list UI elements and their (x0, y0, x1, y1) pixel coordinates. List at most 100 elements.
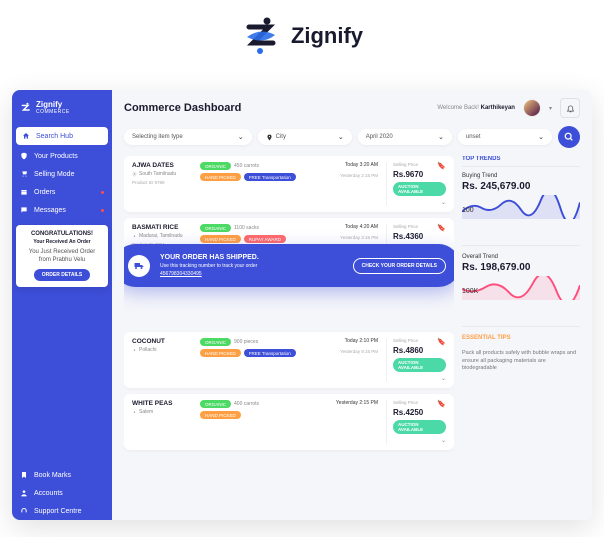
chevron-down-icon[interactable]: ⌄ (441, 199, 446, 206)
header: Commerce Dashboard Welcome Back! Karthik… (112, 90, 592, 126)
bookmark-icon[interactable]: 🔖 (437, 400, 446, 408)
buying-trend: Buying Trend Rs. 245,679.00 100 (462, 173, 580, 237)
home-icon (22, 132, 30, 140)
cart-icon (20, 170, 28, 178)
zignify-mark-icon (241, 15, 283, 57)
chevron-down-icon[interactable]: ⌄ (441, 437, 446, 444)
badge-handpicked: HAND PICKED (200, 173, 241, 181)
order-details-button[interactable]: ORDER DETAILS (34, 269, 90, 281)
bell-icon (566, 104, 575, 113)
zignify-mark-icon (20, 102, 32, 114)
sidebar-item-messages[interactable]: Messages (12, 201, 112, 219)
congrats-card: CONGRATULATIONS! Your Received An Order … (16, 225, 108, 287)
overall-trend-value: Rs. 198,679.00 (462, 262, 580, 273)
product-location: South Tamilnadu (132, 171, 192, 177)
filter-month[interactable]: April 2020⌄ (358, 129, 452, 145)
filter-item-type[interactable]: Selecting item type⌄ (124, 129, 252, 145)
sidebar-item-label: Messages (34, 207, 66, 214)
trends-panel: TOP TRENDS Buying Trend Rs. 245,679.00 1… (462, 156, 580, 520)
shipped-banner: YOUR ORDER HAS SHIPPED. Use this trackin… (124, 244, 454, 287)
tips-header: ESSENTIAL TIPS (462, 335, 580, 341)
sidebar-item-selling[interactable]: Selling Mode (12, 165, 112, 183)
bookmark-icon (20, 471, 28, 479)
product-card[interactable]: COCONUT Pollachi ORGANIC900 pieces HAND … (124, 332, 454, 388)
bookmark-icon[interactable]: 🔖 (437, 338, 446, 346)
pin-icon (132, 410, 137, 415)
overall-trend: Overall Trend Rs. 198,679.00 100K (462, 254, 580, 318)
product-name: BASMATI RICE (132, 224, 192, 231)
tips-body: Pack all products safely with bubble wra… (462, 350, 580, 373)
notifications-button[interactable] (560, 98, 580, 118)
auction-badge: AUCTION AVAILABLE (393, 358, 446, 372)
check-order-button[interactable]: CHECK YOUR ORDER DETAILS (353, 258, 446, 274)
filter-bar: Selecting item type⌄ City ⌄ April 2020⌄ … (112, 126, 592, 156)
brand-logo-top: Zignify (0, 0, 604, 67)
sidebar-item-label: Your Products (34, 153, 78, 160)
badge-award: RUPAY AWARD (244, 235, 286, 243)
chevron-down-icon: ⌄ (538, 133, 544, 141)
product-location: Pollachi (132, 347, 192, 353)
sidebar-item-label: Orders (34, 189, 55, 196)
chevron-down-icon: ⌄ (438, 133, 444, 141)
badge-handpicked: HAND PICKED (200, 411, 241, 419)
brand-name: Zignify (291, 23, 363, 49)
sidebar-item-label: Search Hub (36, 133, 73, 140)
pin-icon (132, 234, 137, 239)
sidebar-item-label: Accounts (34, 490, 63, 497)
overall-trend-chart (462, 276, 580, 300)
sidebar-item-orders[interactable]: Orders (12, 183, 112, 201)
search-icon (564, 132, 574, 142)
notification-dot (101, 209, 104, 212)
user-icon (20, 489, 28, 497)
product-name: AJWA DATES (132, 162, 192, 169)
sidebar-logo: ZignifyCOMMERCE (12, 90, 112, 125)
bookmark-icon[interactable]: 🔖 (437, 162, 446, 170)
shipped-subtitle: Use this tracking number to track your o… (160, 263, 343, 269)
auction-badge: AUCTION AVAILABLE (393, 182, 446, 196)
message-icon (20, 206, 28, 214)
welcome-text: Welcome Back! Karthikeyan (437, 105, 515, 111)
product-price: Rs.4360 (393, 232, 423, 241)
badge-handpicked: HAND PICKED (200, 235, 241, 243)
filter-view[interactable]: unset⌄ (458, 129, 552, 145)
product-price: Rs.4860 (393, 346, 423, 355)
filter-city[interactable]: City ⌄ (258, 129, 352, 145)
tracking-number[interactable]: 456798304330495 (160, 271, 343, 277)
bookmark-icon[interactable]: 🔖 (437, 224, 446, 232)
congrats-body: You Just Received Order from Prabhu Velu (22, 249, 102, 265)
badge-transport: FREE Transportation (244, 173, 296, 181)
badge-transport: FREE Transportation (244, 349, 296, 357)
congrats-subtitle: Your Received An Order (22, 239, 102, 245)
sidebar-item-products[interactable]: Your Products (12, 147, 112, 165)
pin-icon (132, 172, 137, 177)
buying-trend-value: Rs. 245,679.00 (462, 181, 580, 192)
shield-icon (20, 152, 28, 160)
badge-handpicked: HAND PICKED (200, 349, 241, 357)
congrats-title: CONGRATULATIONS! (22, 231, 102, 237)
avatar[interactable] (523, 99, 541, 117)
product-name: COCONUT (132, 338, 192, 345)
product-list: AJWA DATES South Tamilnadu Product ID 97… (124, 156, 454, 520)
product-card[interactable]: WHITE PEAS Salem ORGANIC400 carrots HAND… (124, 394, 454, 450)
product-price: Rs.4250 (393, 408, 423, 417)
product-card[interactable]: AJWA DATES South Tamilnadu Product ID 97… (124, 156, 454, 212)
location-icon (266, 134, 273, 141)
sidebar-item-bookmarks[interactable]: Book Marks (12, 466, 112, 484)
chevron-down-icon: ⌄ (338, 133, 344, 141)
search-button[interactable] (558, 126, 580, 148)
sidebar-item-label: Support Centre (34, 508, 81, 515)
chevron-down-icon[interactable]: ⌄ (441, 375, 446, 382)
badge-organic: ORGANIC (200, 400, 231, 408)
sidebar-item-label: Book Marks (34, 472, 71, 479)
chevron-down-icon[interactable]: ▾ (549, 105, 552, 112)
sidebar: ZignifyCOMMERCE Search Hub Your Products… (12, 90, 112, 520)
auction-badge: AUCTION AVAILABLE (393, 420, 446, 434)
badge-organic: ORGANIC (200, 224, 231, 232)
headset-icon (20, 507, 28, 515)
product-location: Salem (132, 409, 192, 415)
product-location: Madurai, Tamilnadu (132, 233, 192, 239)
pin-icon (132, 348, 137, 353)
sidebar-item-accounts[interactable]: Accounts (12, 484, 112, 502)
sidebar-item-search-hub[interactable]: Search Hub (16, 127, 108, 145)
sidebar-item-support[interactable]: Support Centre (12, 502, 112, 520)
